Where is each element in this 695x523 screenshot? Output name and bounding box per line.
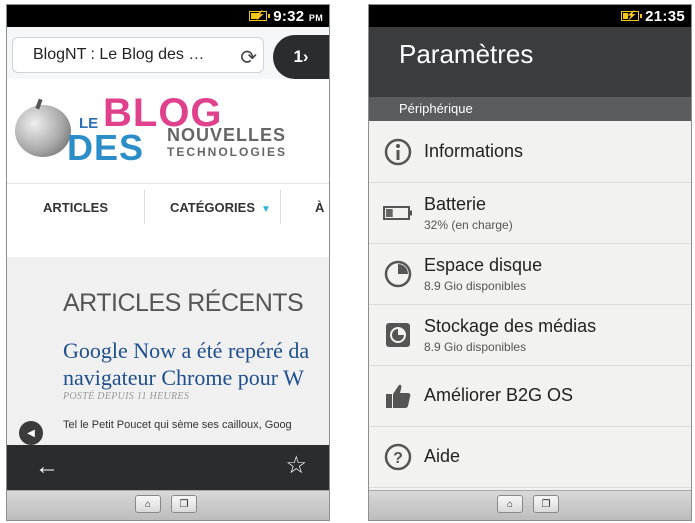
site-logo[interactable]: LE BLOG DES NOUVELLES TECHNOLOGIES <box>7 83 329 183</box>
browser-screen: ⚡ 9:32 PM BlogNT : Le Blog des … ⟳ 1› LE… <box>6 4 330 521</box>
settings-item-informations[interactable]: Informations <box>369 121 691 183</box>
page-title: Paramètres <box>399 39 534 69</box>
tab-count: 1› <box>293 47 309 66</box>
article-title-line: navigateur Chrome pour W <box>63 365 304 390</box>
url-field[interactable]: BlogNT : Le Blog des … ⟳ <box>12 37 264 73</box>
status-bar: ⚡ 9:32 PM <box>7 5 329 27</box>
bookmark-star-icon[interactable]: ☆ <box>285 451 307 480</box>
section-title: ARTICLES RÉCENTS <box>63 289 304 317</box>
system-home-bar: ⌂ ❐ <box>369 490 691 520</box>
apple-logo-icon <box>15 105 71 157</box>
nav-articles[interactable]: ARTICLES <box>43 200 108 215</box>
browser-toolbar: ← ☆ <box>7 445 329 491</box>
battery-icon <box>383 206 412 220</box>
svg-text:?: ? <box>393 450 403 467</box>
settings-item-stockage-medias[interactable]: Stockage des médias 8.9 Gio disponibles <box>369 304 691 366</box>
settings-item-label: Aide <box>424 446 461 466</box>
system-home-bar: ⌂ ❐ <box>7 490 329 520</box>
nav-divider <box>280 190 281 224</box>
settings-item-sublabel: 32% (en charge) <box>424 218 513 232</box>
settings-item-batterie[interactable]: Batterie 32% (en charge) <box>369 182 691 244</box>
nav-categories[interactable]: CATÉGORIES ▼ <box>170 200 271 215</box>
article-title-link[interactable]: Google Now a été repéré da navigateur Ch… <box>63 337 329 391</box>
url-bar: BlogNT : Le Blog des … ⟳ 1› <box>7 27 329 79</box>
article-title-line: Google Now a été repéré da <box>63 338 310 363</box>
section-header: Périphérique <box>369 97 691 121</box>
settings-item-aide[interactable]: ? Aide <box>369 426 691 488</box>
settings-item-sublabel: 8.9 Gio disponibles <box>424 340 527 354</box>
battery-charging-icon: ⚡ <box>249 10 271 21</box>
spacer-band <box>7 231 329 258</box>
settings-item-sublabel: 8.9 Gio disponibles <box>424 279 527 293</box>
nav-divider <box>144 190 145 224</box>
article-meta: POSTÉ DEPUIS 11 HEURES <box>63 391 190 402</box>
logo-nouvelles: NOUVELLES <box>167 125 287 145</box>
media-storage-icon <box>386 323 410 347</box>
thumbs-up-icon <box>386 384 411 408</box>
windows-icon[interactable]: ❐ <box>171 495 197 513</box>
battery-charging-icon: ⚡ <box>621 10 643 21</box>
home-icon[interactable]: ⌂ <box>497 495 523 513</box>
disk-space-icon <box>384 260 412 288</box>
home-icon[interactable]: ⌂ <box>135 495 161 513</box>
info-icon <box>384 138 412 166</box>
logo-technologies: TECHNOLOGIES <box>167 145 288 159</box>
settings-item-espace-disque[interactable]: Espace disque 8.9 Gio disponibles <box>369 243 691 305</box>
url-text: BlogNT : Le Blog des … <box>33 46 205 63</box>
dropdown-triangle-icon: ▼ <box>261 204 271 215</box>
tabs-button[interactable]: 1› <box>273 35 329 79</box>
help-icon: ? <box>384 443 412 471</box>
reload-icon[interactable]: ⟳ <box>240 45 257 70</box>
carousel-prev-icon[interactable]: ◀ <box>19 421 43 445</box>
settings-item-ameliorer-b2g[interactable]: Améliorer B2G OS <box>369 365 691 427</box>
settings-item-label: Améliorer B2G OS <box>424 385 574 405</box>
status-bar: ⚡ 21:35 <box>369 5 691 27</box>
settings-item-label: Espace disque <box>424 255 543 275</box>
settings-item-label: Batterie <box>424 194 487 214</box>
article-excerpt: Tel le Petit Poucet qui sème ses caillou… <box>63 419 292 431</box>
nav-categories-label: CATÉGORIES <box>170 200 255 215</box>
status-time: 9:32 PM <box>273 7 323 25</box>
status-time: 21:35 <box>645 7 685 25</box>
windows-icon[interactable]: ❐ <box>533 495 559 513</box>
site-nav: ARTICLES CATÉGORIES ▼ À <box>7 183 329 233</box>
settings-list: Informations Batterie 32% (en charge) Es… <box>369 121 691 491</box>
settings-item-label: Stockage des médias <box>424 316 597 336</box>
back-arrow-icon[interactable]: ← <box>35 453 59 481</box>
logo-des: DES <box>67 127 145 168</box>
settings-item-label: Informations <box>424 141 524 161</box>
articles-section: ARTICLES RÉCENTS Google Now a été repéré… <box>7 257 329 447</box>
settings-screen: ⚡ 21:35 Paramètres Périphérique Informat… <box>368 4 692 521</box>
nav-third[interactable]: À <box>315 200 324 215</box>
settings-header: Paramètres <box>369 27 691 97</box>
